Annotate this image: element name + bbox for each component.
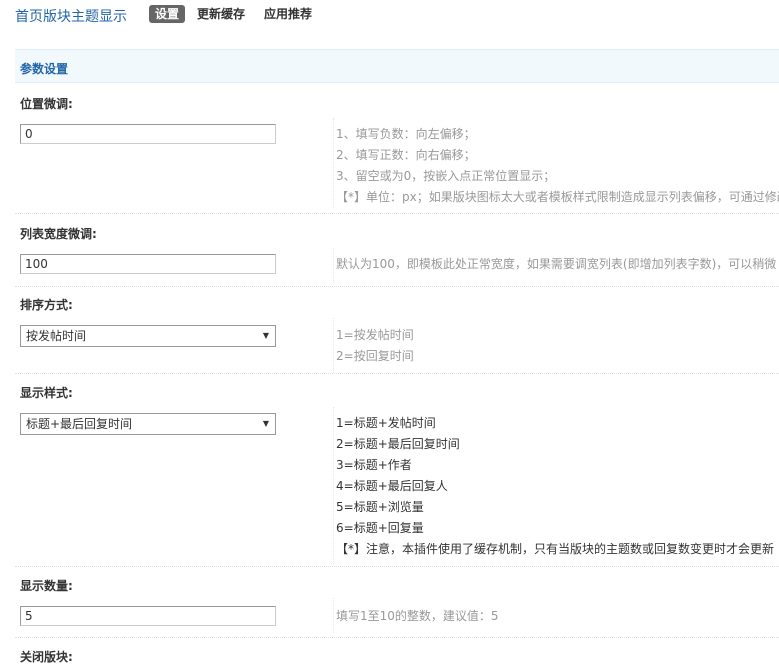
close-forum-label: 关闭版块: [20, 650, 73, 664]
row-divider [15, 637, 779, 638]
sort-select[interactable]: 按发帖时间 ▼ [20, 325, 276, 347]
help-line: 1=按发帖时间 [336, 328, 414, 342]
width-input[interactable] [20, 254, 276, 274]
row-divider [15, 566, 779, 567]
column-divider [333, 598, 334, 633]
help-line: 5=标题+浏览量 [336, 500, 424, 514]
row-divider [15, 286, 779, 287]
style-select-value: 标题+最后回复时间 [26, 417, 133, 431]
column-divider [333, 118, 334, 208]
style-select[interactable]: 标题+最后回复时间 ▼ [20, 413, 276, 435]
count-label: 显示数量: [20, 579, 73, 593]
column-divider [333, 318, 334, 373]
section-header: 参数设置 [15, 49, 779, 83]
sort-help: 1=按发帖时间 2=按回复时间 [336, 325, 779, 367]
help-line: 2、填写正数：向右偏移； [336, 148, 476, 162]
width-help: 默认为100，即模板此处正常宽度，如果需要调宽列表(即增加列表字数)，可以稍微 [336, 254, 779, 275]
help-line: 6=标题+回复量 [336, 521, 424, 535]
help-line: 1、填写负数：向左偏移； [336, 127, 476, 141]
style-help: 1=标题+发帖时间 2=标题+最后回复时间 3=标题+作者 4=标题+最后回复人… [336, 413, 779, 560]
tab-app-recommend[interactable]: 应用推荐 [264, 5, 312, 23]
help-line: 2=按回复时间 [336, 349, 414, 363]
help-line: 3、留空或为0，按嵌入点正常位置显示； [336, 169, 556, 183]
tab-settings[interactable]: 设置 [149, 5, 186, 23]
offset-input[interactable] [20, 124, 276, 144]
triangle-down-icon: ▼ [262, 419, 269, 428]
offset-help: 1、填写负数：向左偏移； 2、填写正数：向右偏移； 3、留空或为0，按嵌入点正常… [336, 124, 779, 208]
width-label: 列表宽度微调: [20, 227, 97, 241]
column-divider [333, 407, 334, 564]
plugin-title: 首页版块主题显示 [15, 9, 127, 25]
help-line: 默认为100，即模板此处正常宽度，如果需要调宽列表(即增加列表字数)，可以稍微 [336, 257, 777, 271]
offset-label: 位置微调: [20, 97, 73, 111]
tab-update-cache[interactable]: 更新缓存 [197, 5, 245, 23]
count-help: 填写1至10的整数，建议值：5 [336, 606, 779, 627]
header-bar: 首页版块主题显示 设置 更新缓存 应用推荐 [0, 0, 779, 30]
help-line: 3=标题+作者 [336, 458, 412, 472]
help-line: 4=标题+最后回复人 [336, 479, 448, 493]
count-input[interactable] [20, 606, 276, 626]
help-line: 【*】注意，本插件使用了缓存机制，只有当版块的主题数或回复数变更时才会更新 [336, 542, 775, 556]
triangle-down-icon: ▼ [262, 331, 269, 340]
row-divider [15, 213, 779, 214]
help-line: 填写1至10的整数，建议值：5 [336, 609, 499, 623]
style-label: 显示样式: [20, 386, 73, 400]
sort-select-value: 按发帖时间 [26, 329, 87, 343]
help-line: 1=标题+发帖时间 [336, 416, 436, 430]
section-title: 参数设置 [20, 62, 69, 76]
column-divider [333, 248, 334, 283]
sort-label: 排序方式: [20, 298, 73, 312]
row-divider [15, 373, 779, 374]
plugin-settings-page: 首页版块主题显示 设置 更新缓存 应用推荐 参数设置 位置微调: 1、填写负数：… [0, 0, 779, 664]
help-line: 2=标题+最后回复时间 [336, 437, 460, 451]
help-line: 【*】单位：px；如果版块图标太大或者模板样式限制造成显示列表偏移，可通过修改 [336, 190, 779, 204]
